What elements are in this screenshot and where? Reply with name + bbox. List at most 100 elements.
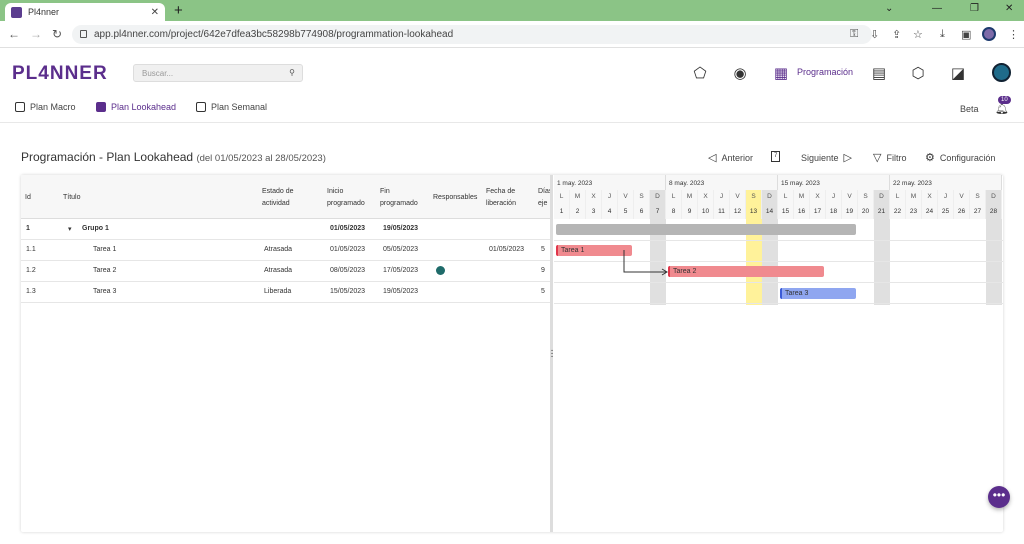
day-letter: X <box>810 190 826 204</box>
row-status: Atrasada <box>264 267 293 274</box>
row-release: 01/05/2023 <box>489 246 525 253</box>
config-label: Configuración <box>939 152 996 163</box>
day-number: 14 <box>762 204 778 219</box>
close-tab-icon[interactable]: ✕ <box>151 7 159 18</box>
day-letter: X <box>698 190 714 204</box>
row-days: 9 <box>541 267 545 274</box>
table-row[interactable]: 1.1 Tarea 1 Atrasada 01/05/2023 05/05/20… <box>21 240 551 261</box>
next-icon: ▷ <box>843 152 852 164</box>
table-row[interactable]: 1.2 Tarea 2 Atrasada 08/05/2023 17/05/20… <box>21 261 551 282</box>
download-icon[interactable]: ⤓ <box>940 28 945 41</box>
key-icon[interactable]: ⚿ <box>850 28 858 41</box>
col-id[interactable]: Id <box>25 192 31 204</box>
row-end: 17/05/2023 <box>383 267 419 274</box>
row-title: Tarea 1 <box>93 246 117 253</box>
gantt-chart: L 1 M 2 X 3 J 4 V 5 S 6 D 7 L 8 M 9 X 10 J 11 V 12 S 13 D 14 L 15 M 16 X… <box>554 175 1003 305</box>
day-number: 1 <box>554 204 570 219</box>
url-input[interactable]: app.pl4nner.com/project/642e7dfea3bc5829… <box>72 25 872 44</box>
search-icon[interactable]: ⚲ <box>289 68 295 77</box>
prev-button[interactable]: ◁ Anterior <box>703 151 753 164</box>
browser-tab[interactable]: Pl4nner ✕ <box>5 3 165 21</box>
day-number: 24 <box>922 204 938 219</box>
day-letter: M <box>906 190 922 204</box>
col-start[interactable]: Inicio programado <box>327 186 371 210</box>
filter-button[interactable]: ▽ Filtro <box>868 151 906 164</box>
day-column <box>938 219 954 305</box>
day-letter: V <box>730 190 746 204</box>
table-row[interactable]: 1.3 Tarea 3 Liberada 15/05/2023 19/05/20… <box>21 282 551 303</box>
day-number: 27 <box>970 204 986 219</box>
chart-icon[interactable]: ◪ <box>949 64 967 82</box>
sidepanel-icon[interactable]: ▣ <box>961 28 971 41</box>
drag-handle-icon[interactable]: · · · <box>549 346 555 362</box>
col-end[interactable]: Fin programado <box>380 186 424 210</box>
share-icon[interactable]: ⇪ <box>892 28 901 41</box>
tab-search-icon[interactable]: ⌄ <box>885 3 893 14</box>
menu-icon[interactable]: ⋮ <box>1008 28 1019 41</box>
day-letter: D <box>650 190 666 204</box>
row-status: Atrasada <box>264 246 293 253</box>
next-label: Siguiente <box>801 152 839 163</box>
new-tab-icon[interactable]: + <box>174 2 183 19</box>
col-title[interactable]: Título <box>63 192 81 204</box>
calendar-icon[interactable]: ▦ <box>772 64 790 82</box>
row-start: 01/05/2023 <box>330 246 366 253</box>
minimize-icon[interactable]: — <box>932 3 942 14</box>
search-input[interactable]: Buscar... ⚲ <box>133 64 303 82</box>
maximize-icon[interactable]: ❐ <box>970 3 979 14</box>
row-title: Tarea 3 <box>93 288 117 295</box>
col-resp[interactable]: Responsables <box>433 192 477 204</box>
day-number: 19 <box>842 204 858 219</box>
day-column <box>954 219 970 305</box>
col-status[interactable]: Estado de actividad <box>262 186 312 210</box>
user-avatar[interactable] <box>992 63 1011 82</box>
day-column <box>906 219 922 305</box>
app-logo[interactable]: PL4NNER <box>12 63 108 85</box>
back-icon[interactable]: ← <box>8 27 20 41</box>
day-number: 25 <box>938 204 954 219</box>
subnav-plan-macro[interactable]: Plan Macro <box>15 102 76 112</box>
config-button[interactable]: ⚙ Configuración <box>920 151 995 164</box>
pentagon-icon[interactable]: ⬠ <box>691 64 709 82</box>
day-letter: S <box>634 190 650 204</box>
plan-macro-icon <box>15 102 25 112</box>
day-column <box>858 219 874 305</box>
plan-semanal-icon <box>196 102 206 112</box>
subnav-plan-lookahead[interactable]: Plan Lookahead <box>96 102 176 112</box>
day-number: 4 <box>602 204 618 219</box>
expand-icon[interactable]: ▾ <box>68 225 72 233</box>
col-release[interactable]: Fecha de liberación <box>486 186 532 210</box>
reload-icon[interactable]: ↻ <box>52 27 62 41</box>
task-bar-3[interactable]: Tarea 3 <box>780 288 856 299</box>
row-start: 15/05/2023 <box>330 288 366 295</box>
responsible-avatar[interactable] <box>436 266 445 275</box>
day-letter: S <box>970 190 986 204</box>
day-letter: D <box>986 190 1002 204</box>
profile-avatar[interactable] <box>982 27 996 41</box>
group-bar[interactable] <box>556 224 856 235</box>
team-icon[interactable]: ◉ <box>731 64 749 82</box>
table-row[interactable]: 1 ▾ Grupo 1 01/05/2023 19/05/2023 <box>21 219 551 240</box>
day-letter: L <box>890 190 906 204</box>
day-letter: M <box>682 190 698 204</box>
next-button[interactable]: Siguiente ▷ <box>801 151 857 164</box>
forward-icon[interactable]: → <box>30 27 42 41</box>
nav-programacion[interactable]: Programación <box>797 67 853 77</box>
row-title: Tarea 2 <box>93 267 117 274</box>
subnav-label: Plan Macro <box>30 102 76 112</box>
install-icon[interactable]: ⇩ <box>870 28 879 41</box>
star-icon[interactable]: ☆ <box>913 28 923 41</box>
subnav-plan-semanal[interactable]: Plan Semanal <box>196 102 267 112</box>
day-number: 23 <box>906 204 922 219</box>
close-window-icon[interactable]: ✕ <box>1005 3 1013 14</box>
clipboard-icon[interactable]: ▤ <box>870 64 888 82</box>
task-bar-1[interactable]: Tarea 1 <box>556 245 632 256</box>
filter-label: Filtro <box>886 152 907 163</box>
calendar-button[interactable]: 7 <box>766 151 785 162</box>
more-options-button[interactable]: ••• <box>988 486 1010 508</box>
day-column <box>890 219 906 305</box>
day-number: 3 <box>586 204 602 219</box>
task-bar-2[interactable]: Tarea 2 <box>668 266 824 277</box>
hexagon-icon[interactable]: ⬡ <box>909 64 927 82</box>
day-letter: M <box>570 190 586 204</box>
